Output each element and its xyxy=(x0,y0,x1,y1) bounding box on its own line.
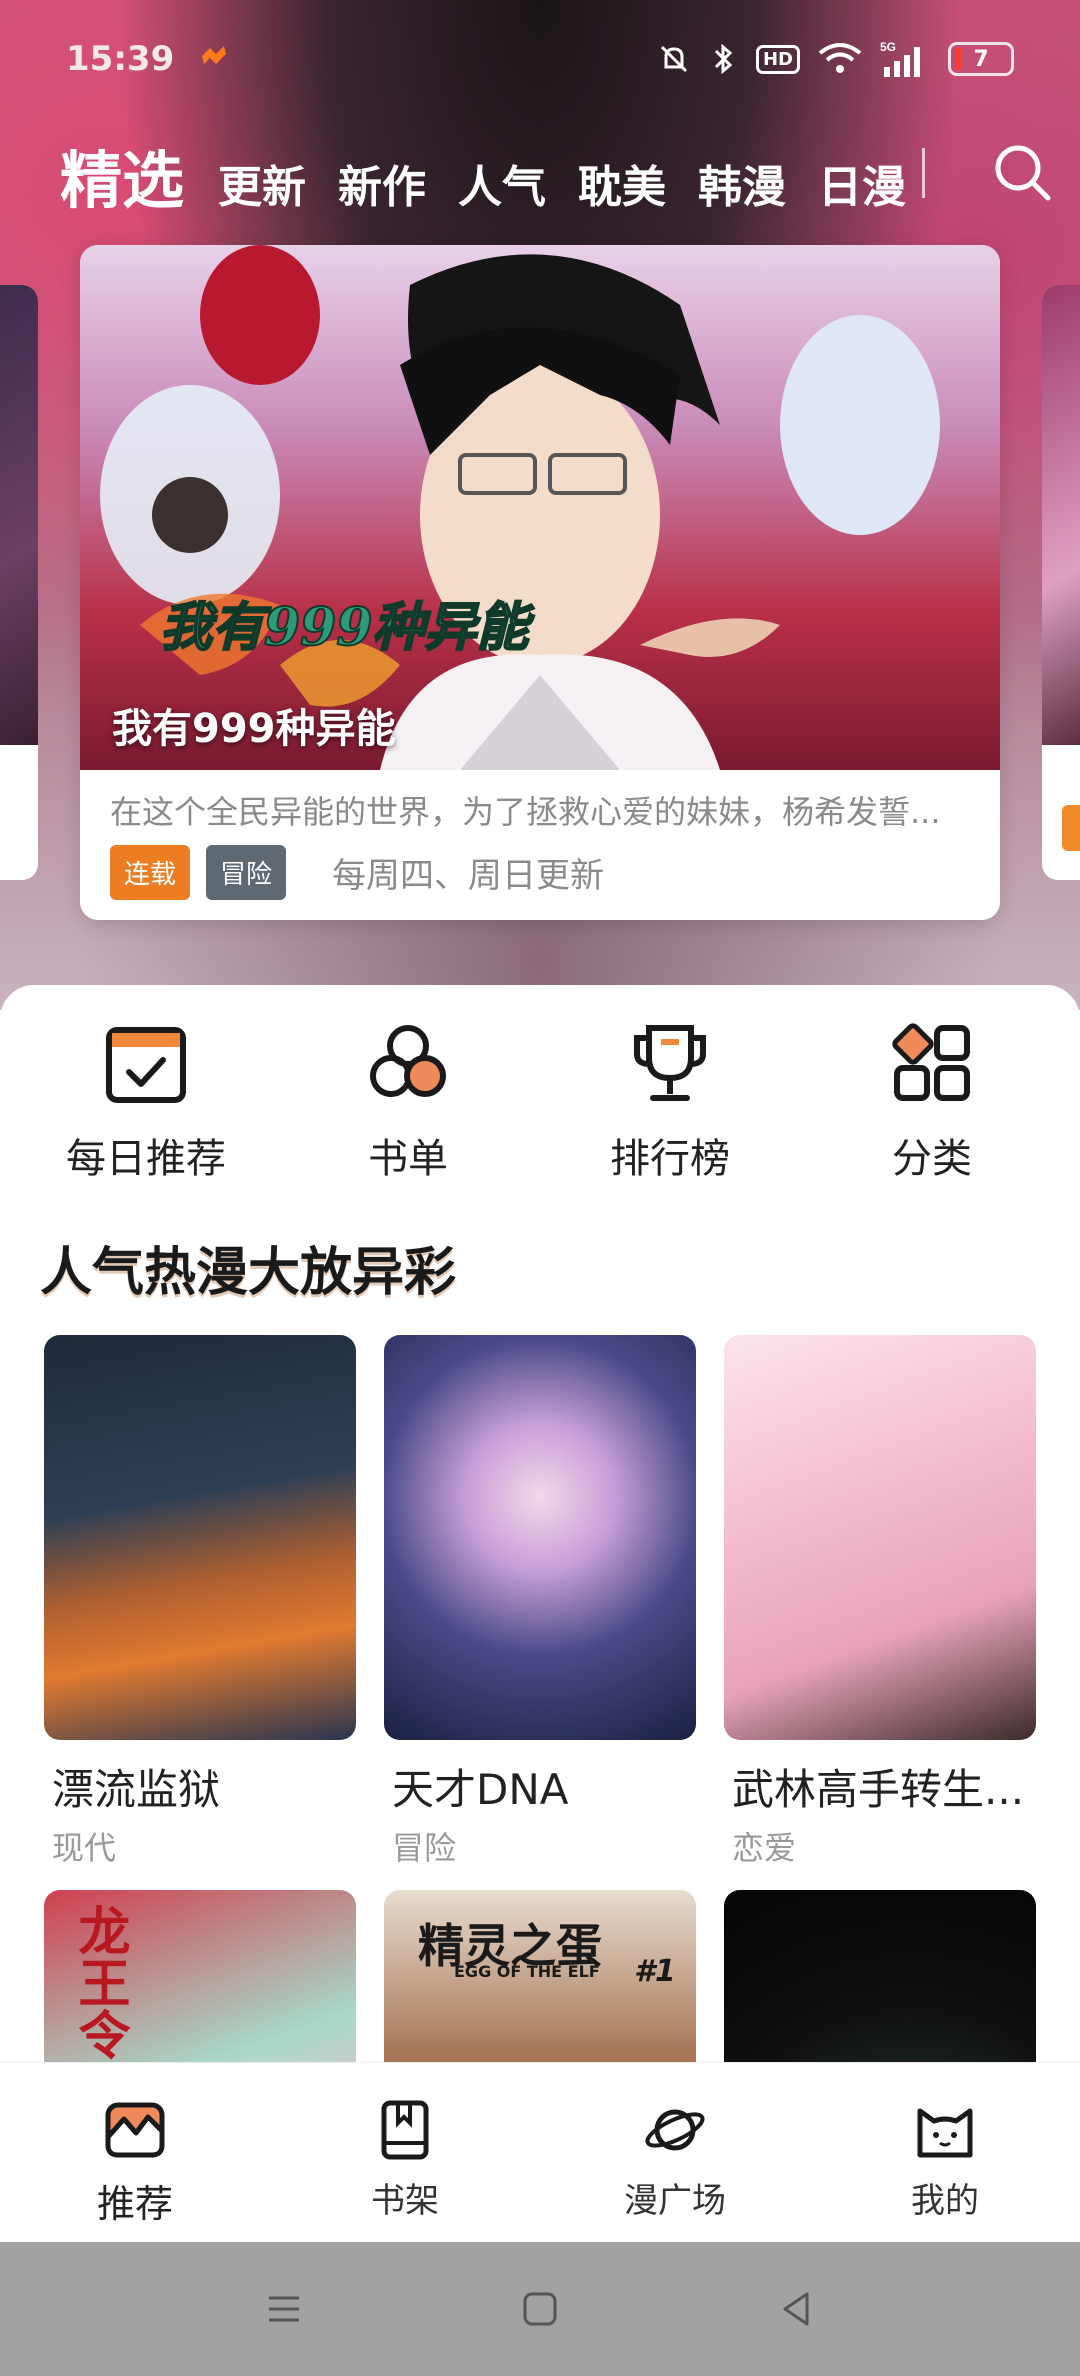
featured-cover: 我有999种异能 我有999种异能 xyxy=(80,245,1000,770)
signal-5g-icon: 5G xyxy=(880,40,920,77)
featured-card[interactable]: 我有999种异能 我有999种异能 在这个全民异能的世界，为了拯救心爱的妹妹，杨… xyxy=(80,245,1000,920)
book-card[interactable]: 武林高手转生... 恋爱 xyxy=(724,1335,1036,1869)
trophy-icon xyxy=(634,1025,706,1101)
book-card[interactable]: 天才DNA 冒险 xyxy=(384,1335,696,1869)
nav-label: 书架 xyxy=(371,2181,439,2221)
carousel-next-card[interactable] xyxy=(1042,285,1080,880)
book-title: 漂流监狱 xyxy=(52,1765,221,1814)
tab-bl[interactable]: 耽美 xyxy=(578,151,666,215)
featured-title: 我有999种异能 xyxy=(112,706,396,752)
genre-badge: 冒险 xyxy=(206,845,287,900)
nav-comic-plaza[interactable]: 漫广场 xyxy=(540,2063,810,2242)
circles-icon xyxy=(370,1025,446,1097)
shortcut-booklist[interactable]: 书单 xyxy=(277,1020,539,1184)
book-cover xyxy=(384,1335,696,1740)
system-nav-bar xyxy=(0,2242,1080,2376)
nav-bookshelf[interactable]: 书架 xyxy=(270,2063,540,2242)
book-cover-subtitle: EGG OF THE ELF xyxy=(454,1962,600,1981)
nav-label: 漫广场 xyxy=(624,2181,726,2221)
featured-cover-logo: 我有999种异能 xyxy=(160,597,535,658)
book-cover xyxy=(724,1335,1036,1740)
bottom-nav: 推荐 书架 漫广场 我的 xyxy=(0,2062,1080,2242)
tab-featured[interactable]: 精选 xyxy=(60,130,184,220)
shortcut-label: 分类 xyxy=(892,1136,972,1182)
tab-divider xyxy=(922,148,925,198)
section-title: 人气热漫大放异彩 xyxy=(40,1243,457,1303)
book-genre: 恋爱 xyxy=(732,1829,797,1867)
book-title: 武林高手转生... xyxy=(732,1765,1025,1814)
book-card[interactable]: 漂流监狱 现代 xyxy=(44,1335,356,1869)
status-badge: 连载 xyxy=(110,845,191,900)
hd-badge: HD xyxy=(755,44,800,74)
tab-updates[interactable]: 更新 xyxy=(218,151,306,215)
shortcut-label: 书单 xyxy=(368,1136,448,1182)
book-genre: 冒险 xyxy=(392,1829,457,1867)
planet-icon xyxy=(645,2109,705,2151)
featured-description: 在这个全民异能的世界，为了拯救心爱的妹妹，杨希发誓... xyxy=(110,793,941,831)
shortcut-ranking[interactable]: 排行榜 xyxy=(539,1020,801,1184)
cat-face-icon xyxy=(917,2108,973,2158)
book-cover-logo: 龙王令 xyxy=(69,1904,129,2060)
tab-japanese[interactable]: 日漫 xyxy=(818,151,906,215)
status-time: 15:39 xyxy=(66,39,175,79)
book-title: 天才DNA xyxy=(392,1765,569,1814)
shortcut-label: 每日推荐 xyxy=(66,1136,226,1182)
tab-korean[interactable]: 韩漫 xyxy=(698,151,786,215)
recommend-icon xyxy=(105,2102,165,2158)
back-icon[interactable] xyxy=(773,2286,819,2332)
tab-new[interactable]: 新作 xyxy=(338,151,426,215)
shortcut-row: 每日推荐 书单 排行榜 分类 xyxy=(0,1020,1080,1184)
mute-bell-icon xyxy=(660,45,688,73)
shortcut-category[interactable]: 分类 xyxy=(801,1020,1063,1184)
search-icon[interactable] xyxy=(990,140,1054,204)
nav-profile[interactable]: 我的 xyxy=(810,2063,1080,2242)
calendar-check-icon xyxy=(106,1027,186,1103)
shortcut-daily-recommend[interactable]: 每日推荐 xyxy=(15,1020,277,1184)
update-schedule: 每周四、周日更新 xyxy=(332,856,605,896)
shortcut-label: 排行榜 xyxy=(610,1136,730,1182)
svg-text:5G: 5G xyxy=(880,40,896,54)
featured-cover-art: 我有999种异能 xyxy=(100,245,940,770)
carousel-prev-card[interactable] xyxy=(0,285,38,880)
battery-indicator: 7 xyxy=(948,42,1014,76)
nav-recommend[interactable]: 推荐 xyxy=(0,2063,270,2242)
nav-label: 推荐 xyxy=(96,2182,173,2226)
app-notification-icon xyxy=(202,46,227,64)
status-bar: 15:39 HD 5G 7 xyxy=(0,0,1080,118)
top-tab-bar: 精选 更新 新作 人气 耽美 韩漫 日漫 xyxy=(60,130,1060,220)
book-cover xyxy=(44,1335,356,1740)
wifi-icon xyxy=(818,43,862,73)
nav-label: 我的 xyxy=(911,2181,979,2221)
book-genre: 现代 xyxy=(52,1829,117,1867)
bookshelf-icon xyxy=(381,2100,429,2160)
menu-icon[interactable] xyxy=(261,2286,307,2332)
tab-popular[interactable]: 人气 xyxy=(458,151,546,215)
featured-meta: 连载 冒险 每周四、周日更新 xyxy=(110,845,604,900)
home-icon[interactable] xyxy=(517,2286,563,2332)
category-icon xyxy=(892,1023,970,1101)
book-cover-mark: #1 xyxy=(634,1954,676,1989)
bluetooth-icon xyxy=(714,43,733,75)
